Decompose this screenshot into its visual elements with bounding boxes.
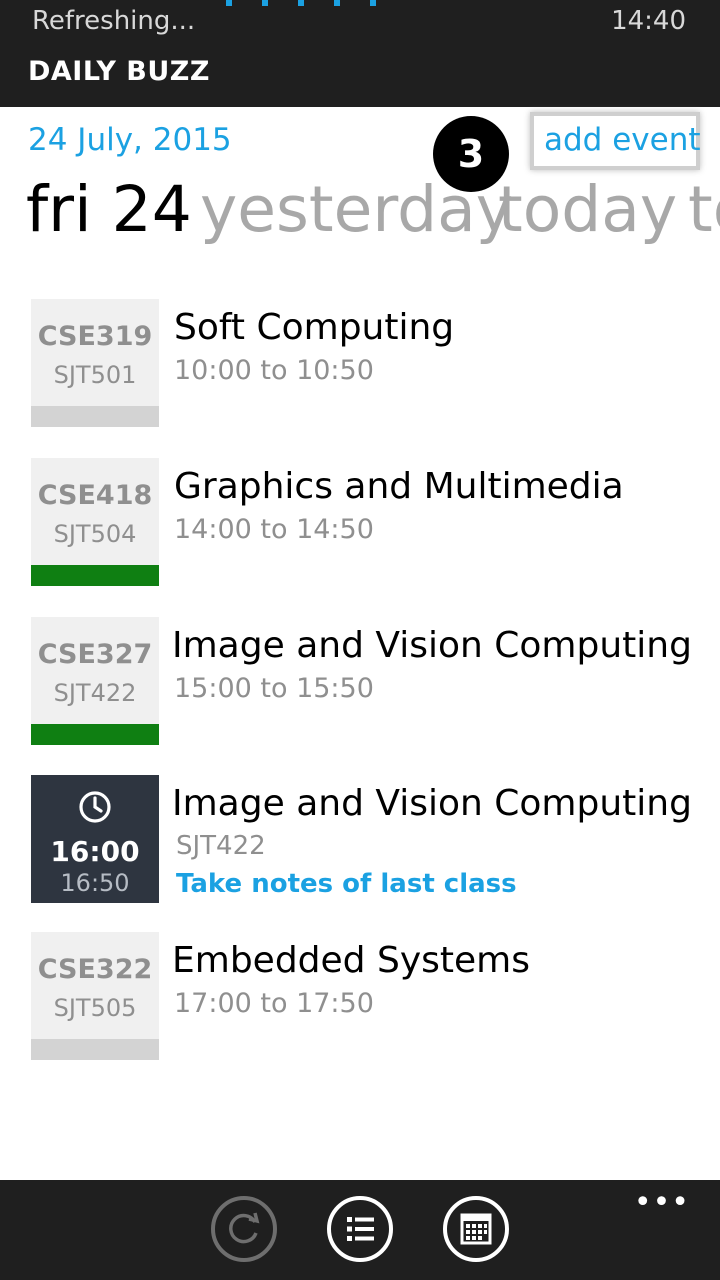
room-label: SJT501 xyxy=(53,361,137,389)
status-text: Refreshing... xyxy=(32,6,196,36)
status-clock: 14:40 xyxy=(611,6,686,36)
status-bar xyxy=(31,565,159,586)
end-time: 16:50 xyxy=(60,869,130,897)
event-time: 10:00 to 10:50 xyxy=(174,355,374,386)
course-code: CSE418 xyxy=(37,480,153,511)
more-options-button[interactable]: ••• xyxy=(634,1188,690,1218)
event-time: 14:00 to 14:50 xyxy=(174,514,374,545)
course-code: CSE327 xyxy=(37,639,153,670)
status-bar xyxy=(31,406,159,427)
event-title: Graphics and Multimedia xyxy=(174,466,624,507)
course-code: CSE322 xyxy=(37,954,153,985)
room-label: SJT422 xyxy=(176,831,266,861)
event-note: Take notes of last class xyxy=(176,869,517,899)
pivot-header: fri 24 yesterday today tomorrow xyxy=(0,168,720,258)
progress-indicator xyxy=(226,0,376,6)
event-title: Embedded Systems xyxy=(172,940,530,981)
calendar-button[interactable] xyxy=(443,1196,509,1262)
event-title: Soft Computing xyxy=(174,307,455,348)
list-button[interactable] xyxy=(327,1196,393,1262)
top-bar: Refreshing... 14:40 DAILY BUZZ xyxy=(0,0,720,107)
app-bar: ••• xyxy=(0,1180,720,1280)
event-tile-reminder: 16:00 16:50 xyxy=(31,775,159,903)
pivot-item-tomorrow[interactable]: tomorrow xyxy=(688,168,720,252)
clock-icon xyxy=(77,789,113,829)
room-label: SJT504 xyxy=(53,520,137,548)
event-tile: CSE319 SJT501 xyxy=(31,299,159,427)
refresh-icon xyxy=(229,1212,260,1244)
course-code: CSE319 xyxy=(37,321,153,352)
event-tile: CSE327 SJT422 xyxy=(31,617,159,745)
room-label: SJT505 xyxy=(53,994,137,1022)
event-time: 17:00 to 17:50 xyxy=(174,988,374,1019)
event-time: 15:00 to 15:50 xyxy=(174,673,374,704)
list-icon xyxy=(347,1217,374,1241)
status-bar xyxy=(31,724,159,745)
app-title: DAILY BUZZ xyxy=(28,56,210,87)
refresh-button[interactable] xyxy=(211,1196,277,1262)
calendar-icon xyxy=(460,1213,492,1245)
event-title: Image and Vision Computing xyxy=(172,625,692,666)
room-label: SJT422 xyxy=(53,679,137,707)
event-tile: CSE322 SJT505 xyxy=(31,932,159,1060)
date-label: 24 July, 2015 xyxy=(28,122,232,158)
event-tile: CSE418 SJT504 xyxy=(31,458,159,586)
step-badge: 3 xyxy=(433,116,509,192)
event-title: Image and Vision Computing xyxy=(172,783,692,824)
add-event-label: add event xyxy=(544,122,701,158)
pivot-item-today[interactable]: today xyxy=(498,168,677,252)
pivot-item-fri-24[interactable]: fri 24 xyxy=(26,168,192,252)
start-time: 16:00 xyxy=(50,835,140,868)
status-bar xyxy=(31,1039,159,1060)
add-event-button[interactable]: add event xyxy=(530,112,701,170)
